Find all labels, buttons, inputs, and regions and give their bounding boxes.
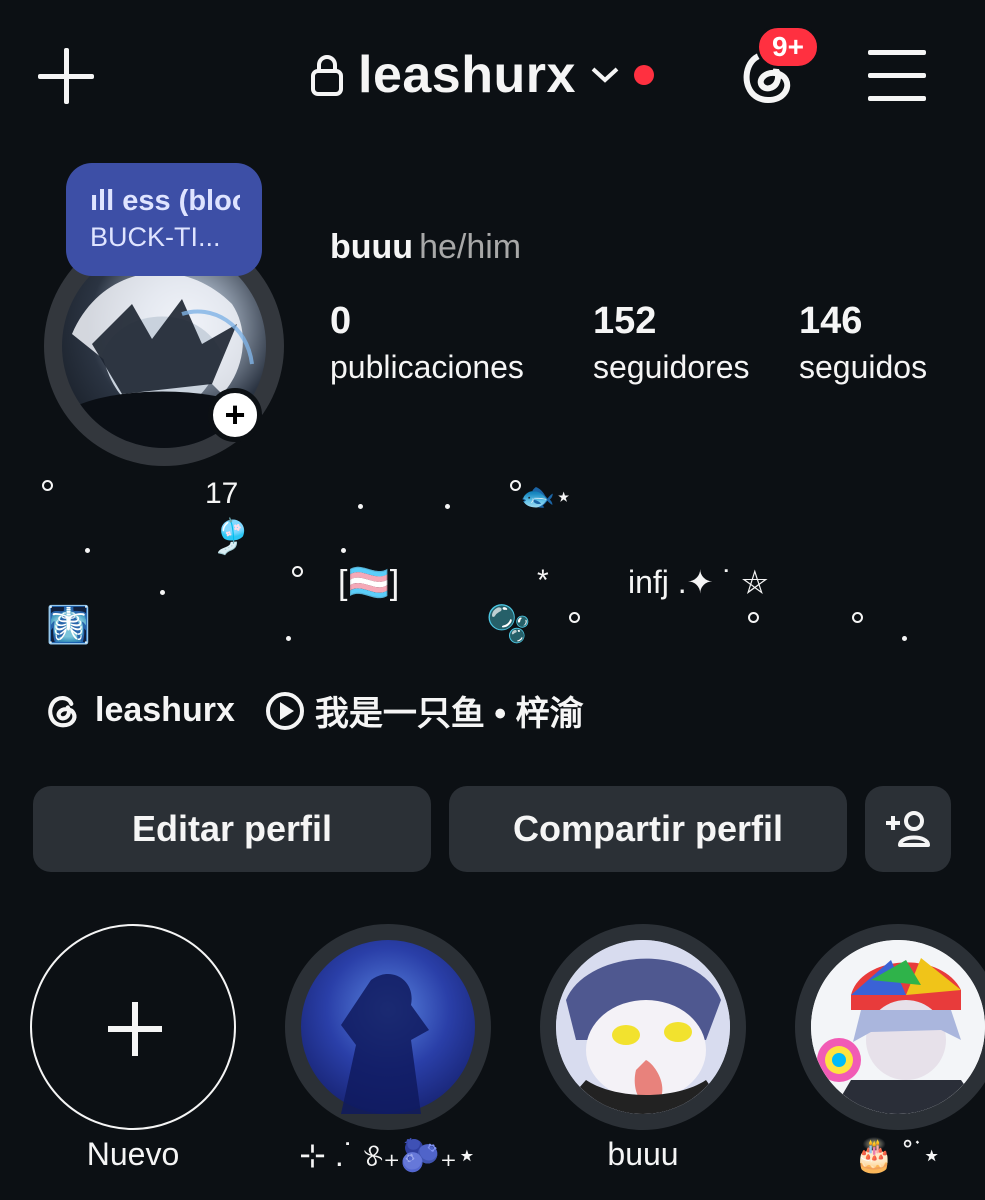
play-circle-icon (265, 691, 304, 730)
unread-dot (633, 65, 654, 85)
bio-decoration (902, 636, 907, 641)
stat-followers-label: seguidores (593, 349, 750, 385)
add-story-button[interactable]: + (208, 388, 262, 442)
wind-chime-emoji: 🎐 (210, 518, 253, 556)
bio-decoration (42, 480, 53, 491)
chevron-down-icon (591, 67, 619, 83)
stat-following[interactable]: 146 seguidos (799, 300, 927, 386)
pronouns: he/him (419, 228, 522, 266)
bio-number: 17 (205, 477, 239, 510)
profile-links: leashurx 我是一只鱼 • 梓渝 (45, 686, 584, 735)
highlight-cover (540, 924, 746, 1130)
top-bar: leashurx 9+ (0, 0, 985, 150)
bio-decoration (85, 548, 90, 553)
audio-bars-icon: ıll (90, 185, 123, 217)
song-link[interactable]: 我是一只鱼 • 梓渝 (265, 686, 584, 735)
bio-infj: infj .✦ ˙ ⛤ (628, 564, 768, 600)
bio-decoration (341, 548, 346, 553)
add-person-icon (886, 811, 930, 847)
account-username: leashurx (358, 46, 576, 104)
bio-decoration (286, 636, 291, 641)
highlight-item[interactable] (795, 924, 985, 1130)
threads-link[interactable]: leashurx (45, 691, 235, 730)
stat-posts[interactable]: 0 publicaciones (330, 300, 524, 386)
bio-decoration (292, 566, 303, 577)
display-name-row: buuu he/him (330, 228, 521, 267)
highlight-item[interactable] (540, 924, 746, 1130)
highlight-item[interactable] (285, 924, 491, 1130)
bubbles-emoji: 🫧 (486, 603, 531, 644)
bio-decoration (748, 612, 759, 623)
account-switcher[interactable]: leashurx (310, 40, 654, 110)
notification-badge: 9+ (756, 25, 820, 69)
highlight-cover (285, 924, 491, 1130)
plus-icon[interactable] (38, 48, 94, 104)
highlight-new-circle (30, 924, 236, 1130)
bio-decoration (160, 590, 165, 595)
xray-emoji: 🩻 (46, 604, 91, 645)
music-title: ess (bloo (122, 185, 240, 217)
highlight-label: ⊹ .˙ ୫₊🫐₊⋆ (299, 1137, 477, 1173)
lock-icon (311, 55, 343, 96)
bio-decoration (569, 612, 580, 623)
stat-posts-value: 0 (330, 300, 352, 342)
music-note-bubble[interactable]: ıll ess (bloo BUCK-TI... (66, 163, 262, 276)
display-name: buuu (330, 228, 414, 266)
highlight-label: 🎂 ˚ ࣪⋆ (854, 1137, 942, 1173)
music-artist: BUCK-TI... (90, 222, 221, 252)
bio-decoration (358, 504, 363, 509)
stat-posts-label: publicaciones (330, 349, 524, 385)
bio-decoration (852, 612, 863, 623)
highlight-new-label: Nuevo (86, 1136, 180, 1172)
stat-following-label: seguidos (799, 349, 928, 385)
stat-following-value: 146 (799, 300, 863, 342)
fish-emoji: 🐟⋆ (520, 481, 573, 512)
trans-flag-text: [🏳️‍⚧️] (338, 564, 400, 602)
song-title: 我是一只鱼 • 梓渝 (314, 695, 584, 733)
bio-decoration (445, 504, 450, 509)
threads-handle: leashurx (95, 691, 235, 729)
threads-icon (48, 695, 77, 727)
stat-followers[interactable]: 152 seguidores (593, 300, 750, 386)
discover-people-button[interactable] (865, 786, 951, 872)
highlight-cover (795, 924, 985, 1130)
hamburger-menu-icon[interactable] (868, 50, 926, 102)
share-profile-button[interactable]: Compartir perfil (449, 786, 847, 872)
bio-star: * (537, 564, 549, 597)
highlight-label: buuu (607, 1136, 679, 1172)
stat-followers-value: 152 (593, 300, 657, 342)
edit-profile-button[interactable]: Editar perfil (33, 786, 431, 872)
highlight-new[interactable] (30, 924, 236, 1130)
